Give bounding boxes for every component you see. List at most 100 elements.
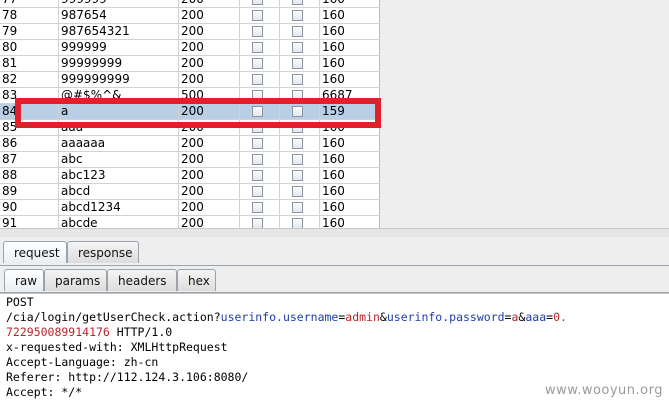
payload-cell: 999999 [59, 0, 179, 7]
checkbox[interactable] [252, 186, 263, 197]
status-cell: 200 [179, 56, 240, 71]
param-amp-1: & [379, 310, 387, 324]
status-cell: 200 [179, 184, 240, 199]
error-checkbox-cell [240, 136, 280, 151]
timeout-checkbox-cell [280, 152, 320, 167]
checkbox[interactable] [252, 58, 263, 69]
length-cell: 160 [320, 72, 380, 87]
payload-cell: 99999999 [59, 56, 179, 71]
checkbox[interactable] [252, 202, 263, 213]
url-path: /cia/login/getUserCheck.action? [6, 310, 221, 324]
length-cell: 160 [320, 24, 380, 39]
row-number-cell: 91 [0, 216, 59, 228]
http-version: HTTP/1.0 [109, 325, 173, 339]
checkbox[interactable] [292, 154, 303, 165]
tab-request[interactable]: request [3, 241, 67, 263]
timeout-checkbox-cell [280, 72, 320, 87]
tab-raw[interactable]: raw [4, 269, 44, 291]
table-row[interactable]: 81 99999999 200 160 [0, 56, 380, 72]
table-row[interactable]: 86 aaaaaa 200 160 [0, 136, 380, 152]
red-highlight-box [15, 98, 381, 128]
checkbox[interactable] [292, 74, 303, 85]
table-empty-area [530, 0, 669, 228]
error-checkbox-cell [240, 8, 280, 23]
sub-tab-bar: raw params headers hex [0, 266, 669, 293]
checkbox[interactable] [292, 186, 303, 197]
checkbox[interactable] [292, 0, 303, 5]
length-cell: 160 [320, 152, 380, 167]
payload-cell: 999999999 [59, 72, 179, 87]
checkbox[interactable] [252, 154, 263, 165]
error-checkbox-cell [240, 200, 280, 215]
error-checkbox-cell [240, 56, 280, 71]
param-aaa-name: aaa [525, 310, 547, 324]
checkbox[interactable] [252, 42, 263, 53]
checkbox[interactable] [252, 138, 263, 149]
param-username-name: userinfo.username [220, 310, 339, 324]
checkbox[interactable] [292, 58, 303, 69]
table-row[interactable]: 77999999200 160 [0, 0, 380, 8]
checkbox[interactable] [292, 170, 303, 181]
tab-hex[interactable]: hex [177, 269, 216, 291]
status-cell: 200 [179, 168, 240, 183]
header-x-requested-with: x-requested-with: XMLHttpRequest [6, 340, 228, 354]
status-cell: 200 [179, 152, 240, 167]
row-number-cell: 80 [0, 40, 59, 55]
row-number-cell: 90 [0, 200, 59, 215]
error-checkbox-cell [240, 184, 280, 199]
table-row[interactable]: 90 abcd1234 200 160 [0, 200, 380, 216]
timeout-checkbox-cell [280, 24, 320, 39]
raw-request-editor[interactable]: POST /cia/login/getUserCheck.action?user… [0, 293, 669, 404]
tab-headers[interactable]: headers [107, 269, 177, 291]
table-row[interactable]: 82 999999999 200 160 [0, 72, 380, 88]
row-number-cell: 77 [0, 0, 59, 7]
checkbox[interactable] [252, 10, 263, 21]
row-number-cell: 88 [0, 168, 59, 183]
row-number-cell: 87 [0, 152, 59, 167]
length-cell: 160 [320, 136, 380, 151]
checkbox[interactable] [252, 26, 263, 37]
param-aaa-value-end: 722950089914176 [6, 325, 110, 339]
checkbox[interactable] [292, 10, 303, 21]
split-pane-divider[interactable] [0, 228, 669, 237]
payload-cell: abcde [59, 216, 179, 228]
table-row[interactable]: 87 abc 200 160 [0, 152, 380, 168]
table-row[interactable]: 80 999999 200 160 [0, 40, 380, 56]
param-aaa-value-start: 0. [553, 310, 567, 324]
tab-response[interactable]: response [67, 241, 139, 263]
timeout-checkbox-cell [280, 184, 320, 199]
table-row[interactable]: 89 abcd 200 160 [0, 184, 380, 200]
timeout-checkbox-cell [280, 200, 320, 215]
table-row[interactable]: 78 987654 200 160 [0, 8, 380, 24]
timeout-checkbox-cell [280, 40, 320, 55]
checkbox[interactable] [292, 42, 303, 53]
row-number-cell: 79 [0, 24, 59, 39]
table-row[interactable]: 88 abc123 200 160 [0, 168, 380, 184]
payload-cell: abc123 [59, 168, 179, 183]
payload-cell: abcd [59, 184, 179, 199]
table-row[interactable]: 91 abcde 200 160 [0, 216, 380, 228]
error-checkbox-cell [240, 152, 280, 167]
checkbox[interactable] [292, 138, 303, 149]
error-checkbox-cell [240, 216, 280, 228]
status-cell: 200 [179, 136, 240, 151]
status-cell: 200 [179, 40, 240, 55]
checkbox[interactable] [252, 170, 263, 181]
checkbox[interactable] [252, 0, 263, 5]
table-row[interactable]: 79 987654321 200 160 [0, 24, 380, 40]
timeout-checkbox-cell [280, 168, 320, 183]
tab-params[interactable]: params [44, 269, 107, 291]
status-cell: 200 [179, 200, 240, 215]
length-cell: 160 [320, 200, 380, 215]
timeout-checkbox-cell [280, 8, 320, 23]
status-cell: 200 [179, 72, 240, 87]
checkbox[interactable] [292, 202, 303, 213]
checkbox[interactable] [292, 218, 303, 228]
checkbox[interactable] [252, 218, 263, 228]
error-checkbox-cell [240, 168, 280, 183]
row-number-cell: 86 [0, 136, 59, 151]
checkbox[interactable] [292, 26, 303, 37]
payload-cell: 987654321 [59, 24, 179, 39]
row-number-cell: 82 [0, 72, 59, 87]
checkbox[interactable] [252, 74, 263, 85]
